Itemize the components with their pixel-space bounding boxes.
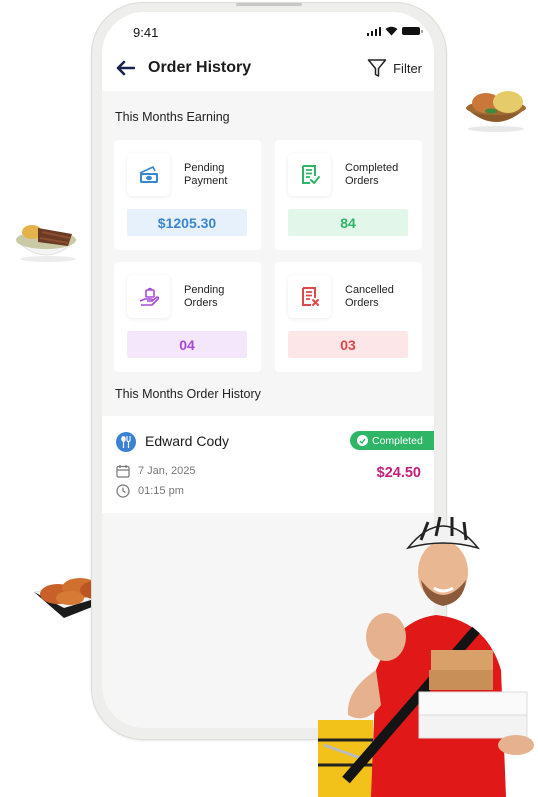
wifi-icon (385, 26, 398, 36)
cancelled-orders-value: 03 (288, 331, 408, 358)
order-date: 7 Jan, 2025 (138, 465, 196, 477)
delivery-courier-image (316, 510, 538, 797)
status-text: Completed (372, 434, 423, 447)
phone-speaker (236, 3, 302, 6)
clock-icon (116, 484, 130, 498)
pending-orders-value: 04 (127, 331, 247, 358)
order-amount: $24.50 (376, 465, 421, 481)
completed-orders-icon-box (288, 153, 331, 196)
pending-orders-label: Pending Orders (184, 284, 225, 309)
check-circle-icon (357, 435, 368, 446)
food-bowl-image-right (461, 84, 531, 134)
order-time: 01:15 pm (138, 485, 184, 497)
customer-name: Edward Cody (145, 433, 230, 449)
signal-icon (366, 26, 381, 36)
order-date-row: 7 Jan, 2025 (116, 464, 196, 478)
pending-payment-value: $1205.30 (127, 209, 247, 236)
status-icons (366, 26, 423, 36)
document-check-icon (301, 164, 320, 184)
filter-label: Filter (393, 60, 422, 76)
calendar-icon (116, 465, 130, 478)
status-badge: Completed (350, 431, 434, 450)
completed-orders-value: 84 (288, 209, 408, 236)
food-bowl-image-left (12, 212, 80, 264)
order-time-row: 01:15 pm (116, 484, 184, 498)
pending-orders-icon-box (127, 275, 170, 318)
hand-bag-icon (139, 287, 159, 306)
cancelled-orders-label: Cancelled Orders (345, 284, 394, 309)
completed-orders-label: Completed Orders (345, 162, 399, 187)
filter-button[interactable]: Filter (367, 58, 422, 78)
cash-icon (139, 165, 158, 183)
pending-payment-label: Pending Payment (184, 162, 228, 187)
earnings-section-title: This Months Earning (115, 110, 230, 124)
page-title: Order History (148, 59, 252, 76)
app-header: 9:41 Order History Filter (102, 12, 434, 91)
back-button[interactable] (114, 57, 136, 79)
completed-orders-card[interactable]: Completed Orders 84 (275, 140, 422, 250)
funnel-icon (367, 59, 387, 77)
order-history-section-title: This Months Order History (115, 387, 261, 401)
arrow-left-icon (116, 60, 135, 76)
status-time: 9:41 (133, 25, 159, 40)
cancelled-orders-card[interactable]: Cancelled Orders 03 (275, 262, 422, 372)
pending-orders-card[interactable]: Pending Orders 04 (114, 262, 261, 372)
cancelled-orders-icon-box (288, 275, 331, 318)
document-x-icon (301, 286, 319, 306)
pending-payment-icon-box (127, 153, 170, 196)
pending-payment-card[interactable]: Pending Payment $1205.30 (114, 140, 261, 250)
battery-icon (402, 27, 423, 35)
order-card[interactable]: Edward Cody Completed 7 Jan, 2025 01:15 … (102, 416, 434, 513)
utensils-icon (116, 432, 136, 452)
